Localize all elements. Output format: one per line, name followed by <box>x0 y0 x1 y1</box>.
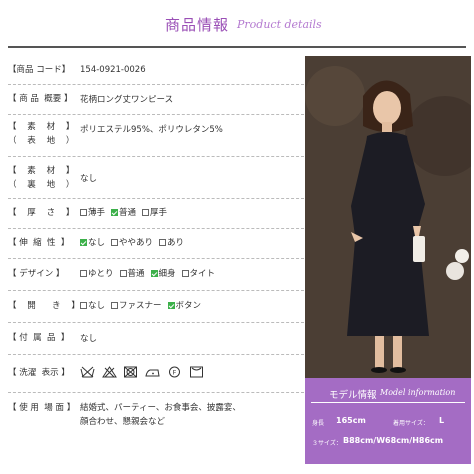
unchecked-box-icon <box>181 270 189 277</box>
three-size-value: B88cm/W68cm/H86cm <box>343 436 444 445</box>
spec-label: 【 使 用 場 面 】 <box>8 403 76 413</box>
iron-low-icon <box>145 369 160 377</box>
spec-value: 結婚式、パーティー、お食事会、披露宴、 <box>80 403 241 413</box>
option-item: なし <box>80 238 105 248</box>
option-item: 普通 <box>111 208 136 218</box>
wash-symbols: F <box>80 366 208 379</box>
unchecked-box-icon <box>119 270 127 277</box>
spec-row-opening: 【 開 き 】 なし ファスナー ボタン <box>8 292 304 323</box>
spec-row-stretch: 【 伸 縮 性 】 なし ややあり あり <box>8 230 304 259</box>
option-label: ボタン <box>175 301 202 311</box>
checked-box-icon <box>167 302 175 309</box>
page-subtitle: Product details <box>237 18 322 31</box>
option-label: 普通 <box>127 269 145 279</box>
option-label: 細身 <box>158 269 176 279</box>
spec-label: 【商品 コード】 <box>8 65 71 75</box>
option-item: ゆとり <box>80 269 114 279</box>
model-info-title: モデル情報 <box>329 390 377 401</box>
option-label: なし <box>88 301 106 311</box>
hang-dry-icon <box>189 366 203 378</box>
height-label: 身長 <box>312 420 325 427</box>
spec-row-code: 【商品 コード】 154-0921-0026 <box>8 58 304 85</box>
option-item: 厚手 <box>142 208 167 218</box>
spec-label-sub: （ 表 地 ） <box>8 136 75 146</box>
no-bleach-icon <box>101 366 117 378</box>
spec-row-thickness: 【 厚 さ 】 薄手 普通 厚手 <box>8 200 304 229</box>
spec-label: 【 素 材 】 <box>8 166 75 176</box>
spec-row-washing: 【 洗濯 表示 】 F <box>8 356 304 393</box>
unchecked-box-icon <box>111 239 119 246</box>
unchecked-box-icon <box>80 270 87 277</box>
three-size-label: ３サイズ： <box>312 440 342 447</box>
option-label: なし <box>88 238 106 248</box>
checked-box-icon <box>111 209 119 216</box>
option-label: ややあり <box>119 238 154 248</box>
spec-row-design: 【 デザイン 】 ゆとり 普通 細身 タイト <box>8 260 304 291</box>
spec-value: 154-0921-0026 <box>80 65 146 75</box>
unchecked-box-icon <box>80 302 87 309</box>
unchecked-box-icon <box>111 302 119 309</box>
spec-label: 【 素 材 】 <box>8 122 75 132</box>
option-label: 厚手 <box>150 208 168 218</box>
spec-value: 花柄ロング丈ワンピース <box>80 95 174 105</box>
spec-label: 【 開 き 】 <box>8 301 80 311</box>
spec-value: なし <box>80 334 98 344</box>
design-options: ゆとり 普通 細身 タイト <box>80 268 221 280</box>
no-wash-icon <box>80 366 95 378</box>
model-info-subtitle: Model information <box>380 388 456 397</box>
model-photo <box>305 56 471 378</box>
model-figure <box>305 56 471 378</box>
spec-label: 【 厚 さ 】 <box>8 208 75 218</box>
option-item: タイト <box>181 269 216 279</box>
model-info-panel: モデル情報 Model information 身長 165cm 着用サイズ： … <box>305 378 471 464</box>
spec-row-summary: 【 商 品 概要 】 花柄ロング丈ワンピース <box>8 86 304 115</box>
svg-text:F: F <box>172 369 176 377</box>
unchecked-box-icon <box>142 209 150 216</box>
spec-row-occasion: 【 使 用 場 面 】 結婚式、パーティー、お食事会、披露宴、 顔合わせ、懇親会… <box>8 394 304 438</box>
no-tumble-dry-icon <box>124 366 138 378</box>
spec-row-accessories: 【 付 属 品 】 なし <box>8 324 304 355</box>
spec-label: 【 伸 縮 性 】 <box>8 238 70 248</box>
size-value: L <box>439 416 445 425</box>
option-item: 細身 <box>150 269 176 279</box>
option-item: ややあり <box>111 238 153 248</box>
page-title: 商品情報 <box>165 16 230 34</box>
spec-label: 【 洗濯 表示 】 <box>8 368 70 378</box>
spec-label: 【 商 品 概要 】 <box>8 94 73 104</box>
unchecked-box-icon <box>159 239 167 246</box>
option-item: なし <box>80 301 105 311</box>
divider <box>311 402 465 403</box>
divider <box>8 46 466 48</box>
option-label: ファスナー <box>119 301 162 311</box>
spec-label-sub: （ 裏 地 ） <box>8 180 75 190</box>
unchecked-box-icon <box>80 209 87 216</box>
height-value: 165cm <box>336 416 366 425</box>
dry-clean-icon: F <box>168 366 180 378</box>
header: 商品情報 Product details <box>0 0 474 44</box>
option-label: あり <box>167 238 185 248</box>
option-item: ボタン <box>167 301 202 311</box>
option-label: ゆとり <box>88 269 114 279</box>
opening-options: なし ファスナー ボタン <box>80 300 207 312</box>
spec-row-material-outer: 【 素 材 】 （ 表 地 ） ポリエステル95%、ポリウレタン5% <box>8 116 304 157</box>
spec-label: 【 デザイン 】 <box>8 269 65 279</box>
option-item: 薄手 <box>80 208 105 218</box>
option-item: 普通 <box>119 269 145 279</box>
option-label: 普通 <box>119 208 137 218</box>
spec-value: なし <box>80 174 98 184</box>
checked-box-icon <box>80 239 87 246</box>
thickness-options: 薄手 普通 厚手 <box>80 207 173 219</box>
spec-label: 【 付 属 品 】 <box>8 333 70 343</box>
option-label: タイト <box>189 269 216 279</box>
stretch-options: なし ややあり あり <box>80 237 190 249</box>
option-item: あり <box>159 238 184 248</box>
spec-value-2: 顔合わせ、懇親会など <box>80 417 166 427</box>
spec-row-material-lining: 【 素 材 】 （ 裏 地 ） なし <box>8 158 304 199</box>
size-label: 着用サイズ： <box>393 420 429 427</box>
checked-box-icon <box>150 270 158 277</box>
spec-value: ポリエステル95%、ポリウレタン5% <box>80 125 223 135</box>
option-label: 薄手 <box>88 208 106 218</box>
option-item: ファスナー <box>111 301 162 311</box>
